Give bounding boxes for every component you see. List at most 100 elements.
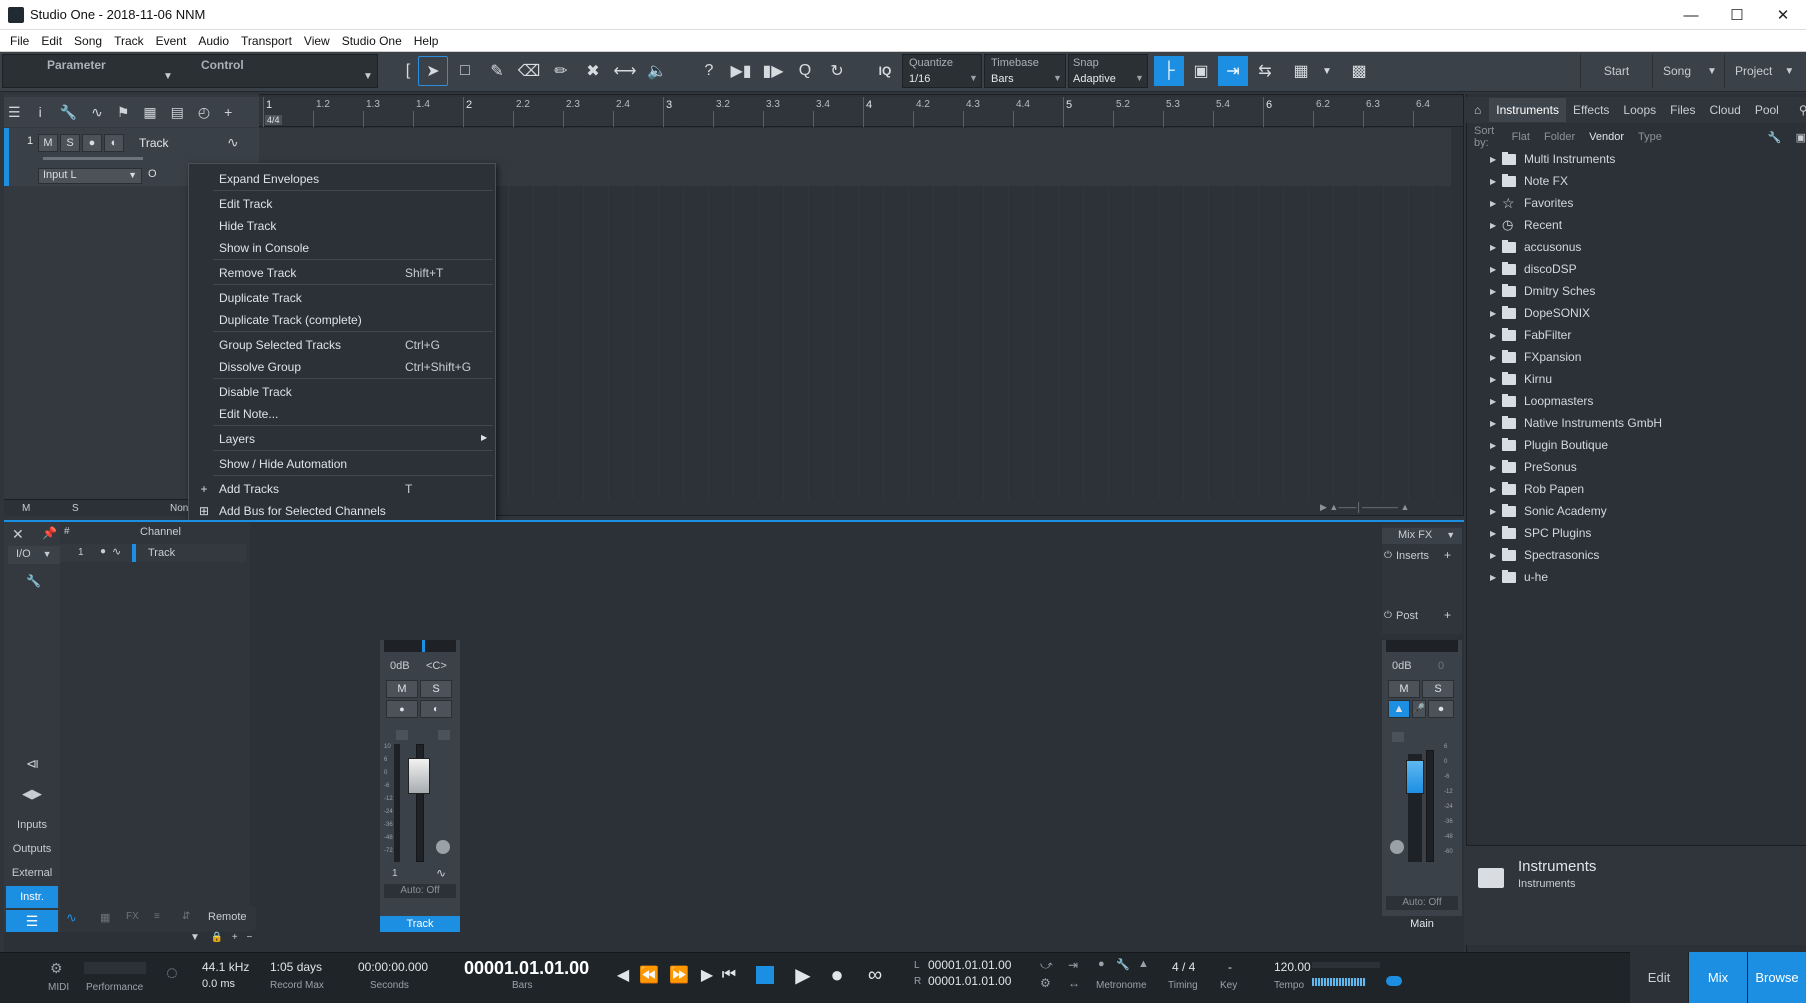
project-button[interactable]: Project ▼	[1724, 54, 1806, 88]
arrange-vertical-scrollbar[interactable]	[1452, 128, 1463, 498]
expand-arrow-icon[interactable]: ▶	[1490, 441, 1502, 450]
tab-loops[interactable]: Loops	[1616, 98, 1663, 122]
browser-item[interactable]: ▶ ◷ Recent	[1490, 214, 1790, 236]
inserts-label[interactable]: Inserts	[1396, 550, 1429, 562]
console-sends-icon[interactable]: ≡	[154, 911, 160, 922]
help-icon[interactable]: ?	[694, 56, 724, 86]
strip-automation[interactable]: Auto: Off	[384, 884, 456, 898]
song-button[interactable]: Song ▼	[1652, 54, 1724, 88]
settings-gear-icon[interactable]: ⚙	[1040, 976, 1051, 990]
context-item-hide-track[interactable]: Hide Track	[189, 216, 495, 236]
sort-vendor[interactable]: Vendor	[1589, 131, 1624, 143]
loop-start-value[interactable]: 00001.01.01.00	[928, 958, 1011, 972]
track-name[interactable]: Track	[139, 136, 169, 150]
main-toggle-icon[interactable]: ⏺	[1428, 700, 1454, 718]
tab-cloud[interactable]: Cloud	[1702, 98, 1747, 122]
loop-start-icon[interactable]: ◀	[610, 962, 636, 988]
console-list-icon[interactable]: ☰	[6, 910, 58, 932]
quantize-value[interactable]: 1/16	[909, 73, 930, 85]
quantize-dropdown-icon[interactable]: ▼	[969, 73, 978, 83]
console-add-icon[interactable]: +	[232, 932, 238, 943]
sort-flat[interactable]: Flat	[1512, 131, 1530, 143]
browser-item[interactable]: ▶ Dmitry Sches	[1490, 280, 1790, 302]
strip-solo-button[interactable]: S	[420, 680, 452, 698]
context-item-group-selected-tracks[interactable]: Group Selected Tracks Ctrl+G	[189, 335, 495, 355]
footer-none[interactable]: Non	[170, 503, 188, 514]
menu-view[interactable]: View	[298, 34, 336, 48]
context-item-show-in-console[interactable]: Show in Console	[189, 238, 495, 258]
tab-files[interactable]: Files	[1663, 98, 1702, 122]
strip-name[interactable]: Track	[380, 916, 460, 932]
browser-scrollbar[interactable]	[1796, 150, 1804, 840]
arrow-tool-icon[interactable]: ➤	[418, 56, 448, 86]
snap-group[interactable]: Snap Adaptive ▼	[1068, 54, 1148, 88]
console-wave-icon[interactable]: ∿	[66, 910, 77, 926]
post-power-icon[interactable]: ⏻	[1384, 610, 1392, 621]
main-fader-track[interactable]	[1426, 750, 1434, 862]
expand-arrow-icon[interactable]: ▶	[1490, 353, 1502, 362]
browser-item[interactable]: ▶ Native Instruments GmbH	[1490, 412, 1790, 434]
console-horizontal-scrollbar[interactable]	[260, 934, 1370, 944]
browser-item[interactable]: ▶ DopeSONIX	[1490, 302, 1790, 324]
main-gain[interactable]: 0dB	[1392, 660, 1412, 672]
expand-arrow-icon[interactable]: ▶	[1490, 287, 1502, 296]
expand-arrow-icon[interactable]: ▶	[1490, 397, 1502, 406]
context-item-duplicate-track-complete[interactable]: Duplicate Track (complete)	[189, 310, 495, 330]
metronome-icon[interactable]: ▲	[1138, 958, 1149, 970]
context-item-show-hide-automation[interactable]: Show / Hide Automation	[189, 454, 495, 474]
tab-effects[interactable]: Effects	[1566, 98, 1616, 122]
browser-item[interactable]: ▶ Sonic Academy	[1490, 500, 1790, 522]
inserts-add-icon[interactable]: +	[1444, 548, 1451, 562]
metronome-settings-icon[interactable]: 🔧	[1116, 958, 1130, 971]
snap-to-grid-icon[interactable]: ├	[1154, 56, 1184, 86]
channel-row-record-icon[interactable]: ●	[100, 546, 106, 557]
expand-arrow-icon[interactable]: ▶	[1490, 573, 1502, 582]
context-item-disable-track[interactable]: Disable Track	[189, 382, 495, 402]
sort-type[interactable]: Type	[1638, 131, 1662, 143]
track-mute-button[interactable]: M	[38, 134, 58, 152]
browser-item[interactable]: ▶ discoDSP	[1490, 258, 1790, 280]
precount-icon[interactable]: ⤻	[1040, 958, 1053, 973]
context-item-duplicate-track[interactable]: Duplicate Track	[189, 288, 495, 308]
expand-arrow-icon[interactable]: ▶	[1490, 221, 1502, 230]
master-toggle-icon[interactable]	[1386, 976, 1402, 986]
menu-audio[interactable]: Audio	[192, 34, 235, 48]
mix-fx-dropdown-icon[interactable]: ▼	[1446, 530, 1455, 540]
track-monitor-button[interactable]: ◐	[104, 134, 124, 152]
side-instr-button[interactable]: Instr.	[6, 886, 58, 908]
expand-arrow-icon[interactable]: ▶	[1490, 551, 1502, 560]
strip-gain[interactable]: 0dB	[390, 660, 410, 672]
menu-song[interactable]: Song	[68, 34, 108, 48]
loop-end-value[interactable]: 00001.01.01.00	[928, 974, 1011, 988]
browser-item[interactable]: ▶ ☆ Favorites	[1490, 192, 1790, 214]
expand-arrow-icon[interactable]: ▶	[1490, 507, 1502, 516]
browser-item[interactable]: ▶ FXpansion	[1490, 346, 1790, 368]
parameter-dropdown-icon[interactable]: ▼	[163, 71, 173, 82]
track-record-button[interactable]: ●	[82, 134, 102, 152]
iq-button[interactable]: IQ	[870, 56, 900, 86]
expand-arrow-icon[interactable]: ▶	[1490, 463, 1502, 472]
browser-item[interactable]: ▶ Spectrasonics	[1490, 544, 1790, 566]
punch-icon[interactable]: ⇥	[1068, 958, 1078, 972]
console-wrench-icon[interactable]: 🔧	[26, 574, 41, 588]
timebase-value[interactable]: Bars	[991, 73, 1014, 85]
menu-track[interactable]: Track	[108, 34, 150, 48]
strip-fader-handle[interactable]	[408, 758, 430, 794]
main-solo-button[interactable]: S	[1422, 680, 1454, 698]
strip-monitor-button[interactable]: ◐	[420, 700, 452, 718]
context-item-edit-note[interactable]: Edit Note...	[189, 404, 495, 424]
timebase-group[interactable]: Timebase Bars ▼	[984, 54, 1066, 88]
snap-dropdown-icon[interactable]: ▼	[1135, 73, 1144, 83]
control-dropdown-icon[interactable]: ▼	[363, 71, 373, 82]
remote-button[interactable]: Remote	[208, 911, 247, 923]
chord-icon[interactable]: ▦	[143, 104, 156, 121]
song-dropdown-icon[interactable]: ▼	[1707, 66, 1717, 77]
track-monitor-o[interactable]: O	[148, 168, 157, 180]
paint-tool-icon[interactable]: ✏	[546, 56, 576, 86]
expand-arrow-icon[interactable]: ▶	[1490, 155, 1502, 164]
expand-arrow-icon[interactable]: ▶	[1490, 177, 1502, 186]
console-keyboard-icon[interactable]: ▦	[100, 911, 110, 924]
main-metronome-icon[interactable]: ▲	[1388, 700, 1410, 718]
browser-search-icon[interactable]: ⚲	[1792, 98, 1806, 122]
browser-item[interactable]: ▶ Kirnu	[1490, 368, 1790, 390]
